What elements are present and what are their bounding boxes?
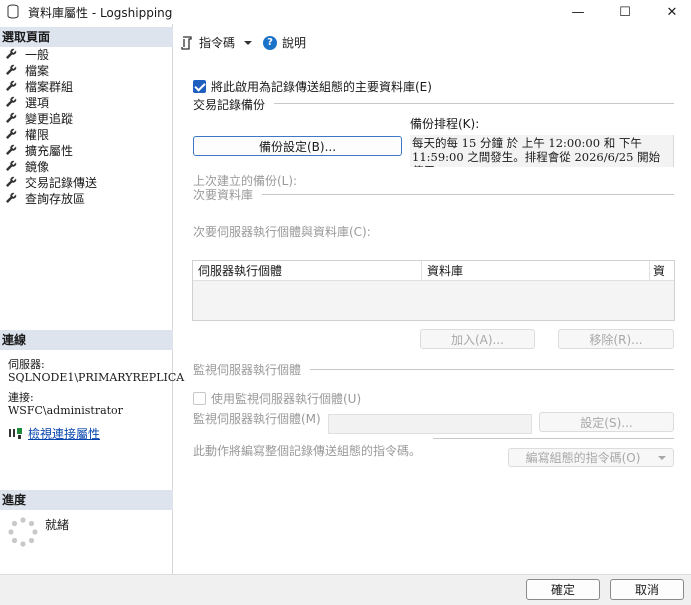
wrench-icon: [6, 192, 17, 203]
secondary-instances-grid[interactable]: 伺服器執行個體 資料庫 資: [192, 260, 675, 321]
progress-header: 進度: [0, 490, 173, 510]
page-list: 一般 檔案 檔案群組 選項 變更追蹤 權限 擴充屬性 鏡像 交易記錄傳送 查詢存…: [0, 46, 173, 206]
use-monitor-option[interactable]: 使用監視伺服器執行個體(U): [193, 390, 361, 407]
group-divider: [262, 194, 674, 195]
page-item-label: 一般: [25, 47, 50, 62]
use-monitor-label: 使用監視伺服器執行個體(U): [211, 392, 362, 406]
page-item-query-store[interactable]: 查詢存放區: [0, 190, 173, 206]
monitor-instance-field[interactable]: [328, 414, 532, 434]
secondary-instances-label: 次要伺服器執行個體與資料庫(C):: [193, 225, 371, 239]
wrench-icon: [6, 80, 17, 91]
monitor-instance-label: 監視伺服器執行個體(M): [193, 412, 321, 426]
script-label: 指令碼: [199, 36, 236, 50]
close-button[interactable]: ✕: [649, 0, 691, 24]
cancel-button[interactable]: 取消: [610, 579, 684, 600]
wrench-icon: [6, 96, 17, 107]
enable-primary-label: 將此啟用為記錄傳送組態的主要資料庫(E): [211, 80, 432, 94]
wrench-icon: [6, 64, 17, 75]
page-item-label: 查詢存放區: [25, 191, 86, 206]
connection-info: 連接: WSFC\administrator: [8, 391, 123, 417]
page-item-label: 交易記錄傳送: [25, 175, 98, 190]
dialog-footer: 確定 取消: [0, 574, 691, 605]
view-connection-properties[interactable]: 檢視連接屬性: [8, 425, 100, 442]
monitor-settings-button[interactable]: 設定(S)...: [539, 412, 674, 432]
server-label: 伺服器:: [8, 358, 45, 371]
backup-schedule-label: 備份排程(K):: [410, 117, 480, 131]
enable-primary-option[interactable]: 將此啟用為記錄傳送組態的主要資料庫(E): [193, 78, 432, 95]
database-icon: [7, 4, 19, 19]
main-panel: 指令碼 ? 說明 將此啟用為記錄傳送組態的主要資料庫(E) 交易記錄備份 備份設…: [174, 24, 691, 574]
page-item-general[interactable]: 一般: [0, 46, 173, 62]
server-info: 伺服器: SQLNODE1\PRIMARYREPLICA: [8, 358, 184, 384]
script-config-button[interactable]: 編寫組態的指令碼(O): [508, 448, 674, 467]
page-item-extended-properties[interactable]: 擴充屬性: [0, 142, 173, 158]
grid-column-header[interactable]: 伺服器執行個體: [193, 261, 422, 280]
wrench-icon: [6, 144, 17, 155]
script-button[interactable]: 指令碼: [180, 34, 253, 51]
tlog-backup-group-label: 交易記錄備份: [193, 98, 266, 112]
add-button[interactable]: 加入(A)...: [420, 329, 535, 349]
wrench-icon: [6, 160, 17, 171]
wrench-icon: [6, 128, 17, 139]
view-connection-link[interactable]: 檢視連接屬性: [28, 425, 100, 442]
page-item-log-shipping[interactable]: 交易記錄傳送: [0, 174, 173, 190]
left-panel: 選取頁面 一般 檔案 檔案群組 選項 變更追蹤 權限 擴充屬性 鏡像 交易記錄傳…: [0, 24, 184, 574]
minimize-button[interactable]: —: [555, 0, 601, 24]
title-bar: 資料庫屬性 - Logshipping — ☐ ✕: [0, 0, 691, 24]
enable-primary-checkbox[interactable]: [193, 80, 206, 93]
backup-schedule-text: 每天的每 15 分鐘 於 上午 12:00:00 和 下午 11:59:00 之…: [410, 135, 674, 167]
dropdown-arrow-icon: [658, 455, 666, 460]
progress-status: 就緒: [45, 518, 70, 532]
progress-spinner-icon: [8, 517, 38, 547]
page-item-label: 選項: [25, 95, 50, 110]
page-item-mirroring[interactable]: 鏡像: [0, 158, 173, 174]
wrench-icon: [6, 48, 17, 59]
wrench-icon: [6, 112, 17, 123]
monitor-group-label: 監視伺服器執行個體: [193, 363, 302, 377]
connection-value: WSFC\administrator: [8, 404, 123, 417]
page-item-options[interactable]: 選項: [0, 94, 173, 110]
page-item-label: 擴充屬性: [25, 143, 74, 158]
help-label: 說明: [282, 36, 307, 50]
page-item-label: 檔案: [25, 63, 50, 78]
grid-column-header[interactable]: 資: [650, 261, 674, 280]
page-item-label: 檔案群組: [25, 79, 74, 94]
script-note: 此動作將編寫整個記錄傳送組態的指令碼。: [193, 444, 422, 458]
page-item-filegroups[interactable]: 檔案群組: [0, 78, 173, 94]
server-value: SQLNODE1\PRIMARYREPLICA: [8, 371, 185, 384]
connection-header: 連線: [0, 330, 173, 350]
dropdown-arrow-icon: [244, 40, 253, 45]
backup-settings-button[interactable]: 備份設定(B)...: [193, 136, 402, 156]
page-item-label: 變更追蹤: [25, 111, 74, 126]
ok-button[interactable]: 確定: [526, 579, 600, 600]
group-divider: [274, 103, 674, 104]
script-config-label: 編寫組態的指令碼(O): [525, 451, 641, 465]
help-button[interactable]: ? 說明: [263, 34, 306, 51]
grid-column-header[interactable]: 資料庫: [422, 261, 650, 280]
maximize-button[interactable]: ☐: [602, 0, 648, 24]
group-divider: [310, 369, 674, 370]
toolbar: 指令碼 ? 說明: [180, 34, 316, 51]
remove-button[interactable]: 移除(R)...: [558, 329, 674, 349]
select-page-header: 選取頁面: [0, 27, 173, 47]
secondary-db-group-label: 次要資料庫: [193, 188, 254, 202]
page-item-permissions[interactable]: 權限: [0, 126, 173, 142]
page-item-label: 鏡像: [25, 159, 50, 174]
page-item-label: 權限: [25, 127, 50, 142]
page-item-files[interactable]: 檔案: [0, 62, 173, 78]
group-divider: [433, 438, 674, 439]
window-title: 資料庫屬性 - Logshipping: [28, 6, 173, 20]
use-monitor-checkbox[interactable]: [193, 392, 206, 405]
wrench-icon: [6, 176, 17, 187]
connection-properties-icon: [9, 428, 22, 439]
connection-label: 連接:: [8, 391, 34, 404]
script-icon: [181, 35, 192, 50]
page-item-change-tracking[interactable]: 變更追蹤: [0, 110, 173, 126]
help-icon: ?: [263, 35, 278, 50]
grid-header: 伺服器執行個體 資料庫 資: [193, 261, 674, 281]
